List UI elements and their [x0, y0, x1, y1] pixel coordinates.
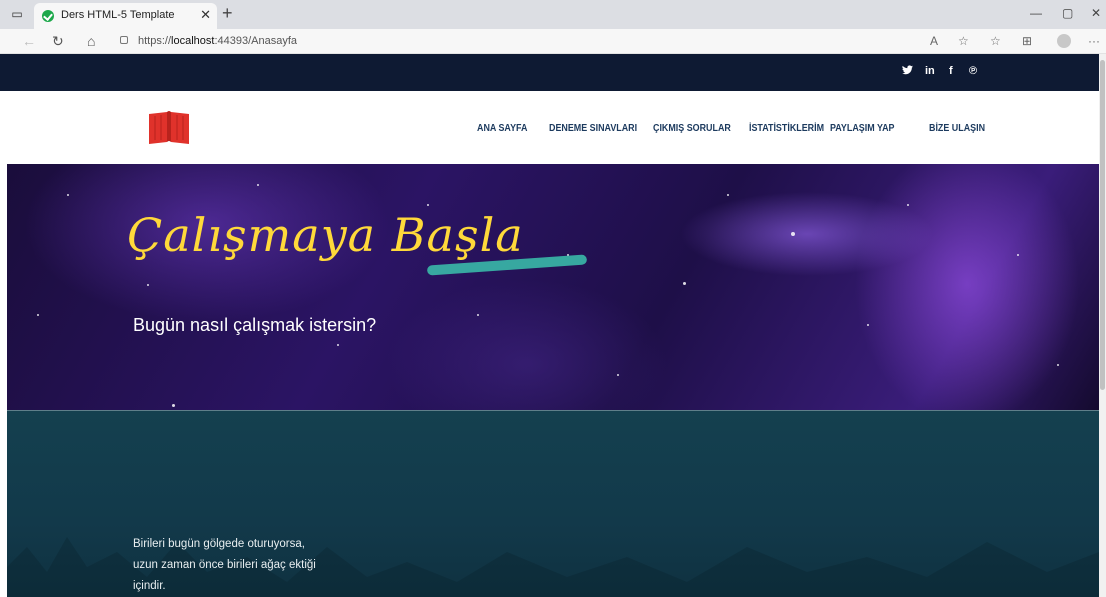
- refresh-icon[interactable]: ↻: [52, 33, 64, 50]
- restore-icon[interactable]: ▢: [1062, 6, 1073, 20]
- main-navbar: ANA SAYFA DENEME SINAVLARI ÇIKMIŞ SORULA…: [0, 91, 1106, 164]
- profile-avatar[interactable]: [1057, 34, 1071, 48]
- twitter-icon[interactable]: [902, 65, 913, 78]
- nav-home[interactable]: ANA SAYFA: [477, 122, 527, 134]
- favorites-icon[interactable]: ☆: [990, 34, 1001, 48]
- social-top-bar: in f ℗: [0, 54, 1106, 91]
- quote-section: Birileri bugün gölgede oturuyorsa, uzun …: [7, 410, 1099, 597]
- quote-line: uzun zaman önce birileri ağaç ektiği: [133, 559, 316, 571]
- hero-title: Çalışmaya Başla: [127, 208, 524, 262]
- nav-practice-exams[interactable]: DENEME SINAVLARI: [549, 122, 637, 134]
- home-icon[interactable]: ⌂: [87, 33, 95, 49]
- linkedin-icon[interactable]: in: [925, 65, 935, 77]
- add-favorite-icon[interactable]: ☆: [958, 34, 969, 48]
- tab-actions-icon[interactable]: ▭: [8, 5, 26, 23]
- url-scheme: https://: [138, 35, 172, 47]
- close-window-icon[interactable]: ✕: [1091, 6, 1101, 20]
- url-host: localhost: [171, 35, 215, 47]
- quote-line: Birileri bugün gölgede oturuyorsa,: [133, 538, 305, 550]
- lock-icon: [120, 36, 128, 44]
- tab-title: Ders HTML-5 Template: [61, 9, 175, 21]
- browser-tab-bar: ▭ Ders HTML-5 Template ✕ + — ▢ ✕: [0, 0, 1106, 29]
- nav-past-questions[interactable]: ÇIKMIŞ SORULAR: [653, 122, 731, 134]
- browser-tab[interactable]: Ders HTML-5 Template ✕: [34, 3, 217, 29]
- nav-share[interactable]: PAYLAŞIM YAP: [830, 122, 894, 134]
- minimize-icon[interactable]: —: [1030, 6, 1042, 20]
- collections-icon[interactable]: ⊞: [1022, 34, 1032, 48]
- quote-text: Birileri bugün gölgede oturuyorsa, uzun …: [133, 534, 353, 597]
- hero-subtitle: Bugün nasıl çalışmak istersin?: [133, 315, 377, 335]
- scrollbar-thumb[interactable]: [1100, 60, 1105, 390]
- url-field[interactable]: https://localhost:44393/Anasayfa: [120, 32, 940, 51]
- nav-contact[interactable]: BİZE ULAŞIN: [929, 122, 985, 134]
- book-logo-icon[interactable]: [147, 110, 191, 146]
- read-aloud-icon[interactable]: A: [930, 34, 938, 48]
- new-tab-icon[interactable]: +: [222, 3, 233, 24]
- back-icon[interactable]: ←: [22, 33, 36, 49]
- page-scrollbar[interactable]: [1099, 54, 1106, 597]
- pinterest-icon[interactable]: ℗: [969, 65, 977, 77]
- more-icon[interactable]: ···: [1088, 34, 1100, 48]
- url-path: :44393/Anasayfa: [214, 35, 298, 47]
- favicon-icon: [42, 10, 54, 22]
- address-bar: ← ↻ ⌂ https://localhost:44393/Anasayfa A…: [0, 29, 1106, 54]
- facebook-icon[interactable]: f: [949, 65, 953, 77]
- close-tab-icon[interactable]: ✕: [200, 7, 211, 23]
- nav-statistics[interactable]: İSTATİSTİKLERİM: [749, 122, 824, 134]
- quote-line: içindir.: [133, 580, 166, 592]
- hero-banner: Çalışmaya Başla Bugün nasıl çalışmak ist…: [7, 164, 1099, 410]
